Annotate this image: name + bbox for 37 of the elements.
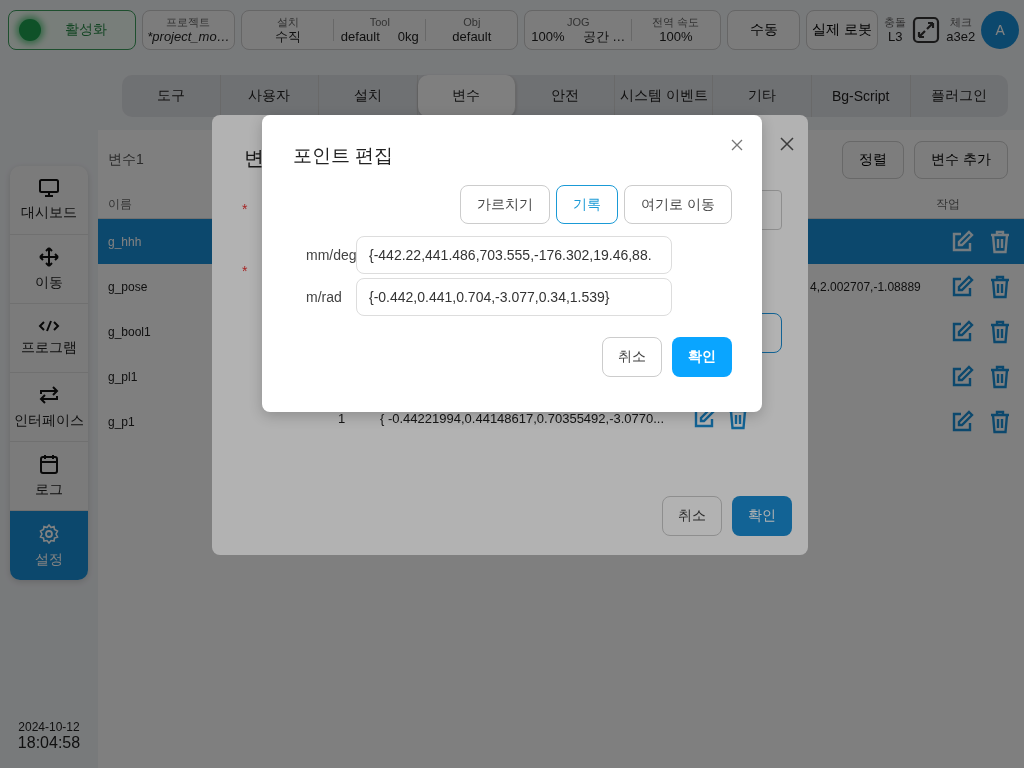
date-text: 2024-10-12 [18,720,80,734]
status-value: 공간 … [582,28,626,45]
check-label: 체크 [949,15,972,29]
time-text: 18:04:58 [17,734,81,752]
status-value: 수직 [274,28,301,45]
status-label: Tool [369,15,390,29]
field-label: m/rad [306,289,343,305]
point-value: { -0.44221994,0.44148617,0.70355492,-3.0770... [380,410,665,426]
status-label: 전역 속도 [652,15,700,29]
project-label: 프로젝트 [166,15,211,29]
variable-value: 4,2.002707,-1.08889 [810,279,921,294]
row-index: 1 [338,410,347,426]
status-value: default [340,28,380,45]
project-name: *project_mo… [147,28,230,45]
variable-name: g_pl1 [108,369,139,384]
check-value: a3e2 [946,28,976,45]
status-value: 100% [659,28,693,45]
required-mark: * [242,201,248,217]
status-label: 설치 [276,15,299,29]
status-value: 0kg [397,28,419,45]
list-title: 변수1 [108,151,144,169]
variable-name: g_pose [108,279,149,294]
variable-name: g_bool1 [108,324,152,339]
variable-name: g_p1 [108,414,136,429]
required-mark: * [242,263,248,279]
status-label: JOG [566,15,590,29]
dialog-title: 변 [244,146,264,171]
status-value: default [452,28,492,45]
column-header: 작업 [936,195,960,213]
status-value: 100% [531,28,565,45]
dialog-title: 포인트 편집 [293,144,394,168]
column-header: 이름 [108,195,132,213]
status-label: Obj [463,15,481,29]
collision-label: 충돌 [884,15,907,29]
field-label: mm/deg [306,247,356,263]
variable-name: g_hhh [108,234,143,249]
collision-level: L3 [888,28,903,45]
